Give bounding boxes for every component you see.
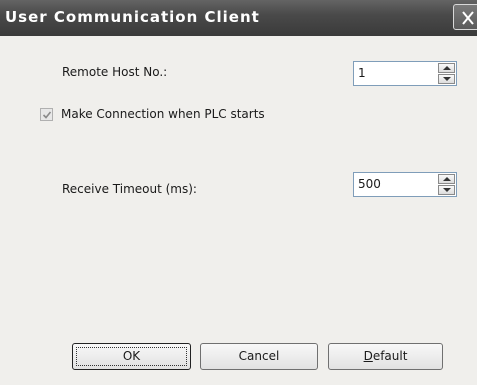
cancel-button[interactable]: Cancel: [200, 343, 318, 370]
make-connection-label: Make Connection when PLC starts: [61, 107, 265, 121]
arrow-up-icon[interactable]: [438, 63, 455, 73]
receive-timeout-label: Receive Timeout (ms):: [62, 182, 197, 196]
receive-timeout-value[interactable]: 500: [358, 177, 381, 191]
default-label-rest: efault: [372, 349, 408, 363]
arrow-down-icon[interactable]: [438, 74, 455, 84]
window-title: User Communication Client: [5, 8, 260, 26]
close-icon: [462, 11, 474, 25]
receive-timeout-spinbox[interactable]: 500: [353, 172, 457, 197]
close-button[interactable]: [453, 4, 477, 30]
make-connection-checkbox[interactable]: [40, 108, 53, 121]
arrow-up-icon[interactable]: [438, 174, 455, 184]
default-button-label: Default: [364, 349, 408, 363]
receive-timeout-spin-buttons: [438, 174, 455, 195]
checkmark-icon: [42, 111, 52, 119]
arrow-down-icon[interactable]: [438, 185, 455, 195]
default-button[interactable]: Default: [328, 343, 443, 370]
ok-button[interactable]: OK: [72, 343, 191, 370]
dialog-body: Remote Host No.: 1 Make Connection when …: [0, 36, 477, 385]
cancel-button-label: Cancel: [238, 349, 280, 363]
remote-host-value[interactable]: 1: [358, 66, 366, 80]
title-bar[interactable]: User Communication Client: [0, 0, 477, 36]
remote-host-spinbox[interactable]: 1: [353, 61, 457, 86]
ok-button-label: OK: [122, 349, 141, 363]
remote-host-spin-buttons: [438, 63, 455, 84]
default-mnemonic: D: [363, 349, 373, 363]
remote-host-label: Remote Host No.:: [62, 65, 168, 79]
